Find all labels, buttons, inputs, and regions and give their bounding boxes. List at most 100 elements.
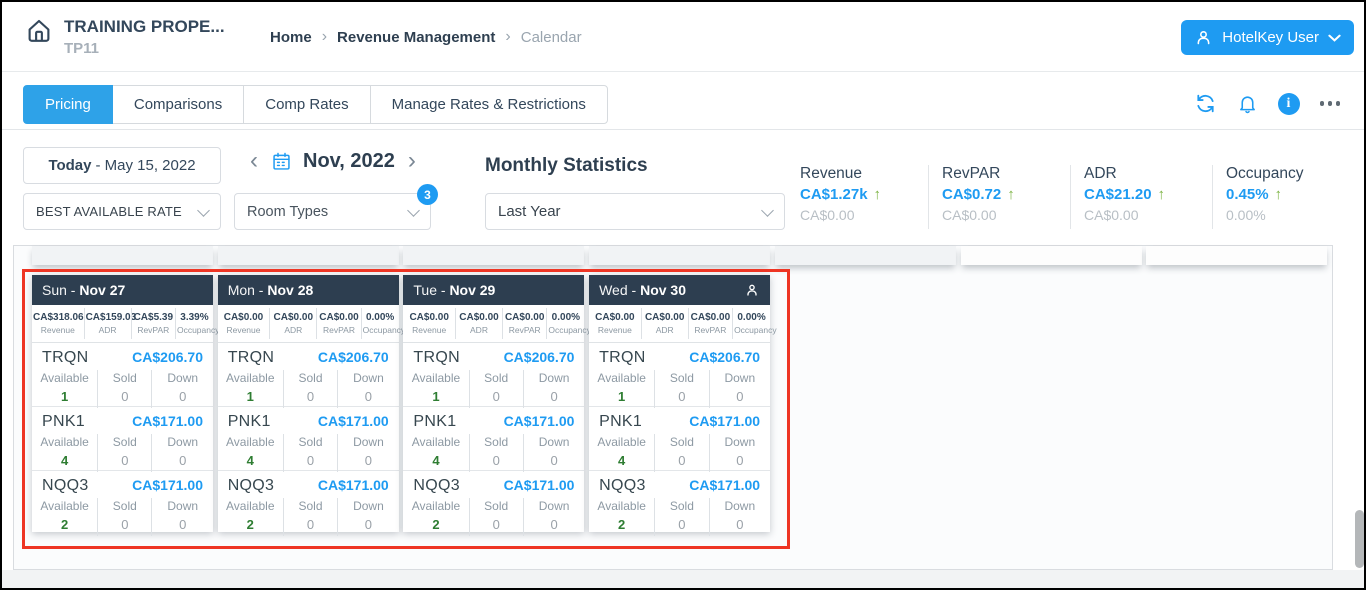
day-of-week: Wed - xyxy=(599,282,640,298)
room-sold-cell: Sold0 xyxy=(283,434,337,472)
trend-up-icon: ↑ xyxy=(1275,186,1283,203)
day-card-sun-nov-27[interactable]: Sun - Nov 27 CA$318.06RevenueCA$159.03AD… xyxy=(32,275,213,532)
day-card-mon-nov-28[interactable]: Mon - Nov 28 CA$0.00RevenueCA$0.00ADRCA$… xyxy=(218,275,399,532)
day-stat-revenue: CA$0.00Revenue xyxy=(589,308,641,339)
day-stat-revpar: CA$0.00RevPAR xyxy=(502,308,546,339)
tab-manage-rates-restrictions[interactable]: Manage Rates & Restrictions xyxy=(370,85,608,124)
room-row-pnk1[interactable]: PNK1CA$171.00Available4Sold0Down0 xyxy=(32,406,213,469)
today-date: - May 15, 2022 xyxy=(96,157,196,174)
comparison-period-value: Last Year xyxy=(498,203,561,220)
room-type-code: TRQN xyxy=(413,349,460,367)
room-sold-cell: Sold0 xyxy=(654,434,708,472)
calendar-grid-panel: Sun - Nov 27 CA$318.06RevenueCA$159.03AD… xyxy=(13,245,1333,570)
room-available-cell: Available1 xyxy=(218,370,283,408)
day-stat-revpar: CA$0.00RevPAR xyxy=(316,308,360,339)
day-stats-row: CA$0.00RevenueCA$0.00ADRCA$0.00RevPAR0.0… xyxy=(589,305,770,343)
day-card-header: Sun - Nov 27 xyxy=(32,275,213,305)
room-available-cell: Available4 xyxy=(403,434,468,472)
tab-pricing[interactable]: Pricing xyxy=(23,85,113,124)
room-row-pnk1[interactable]: PNK1CA$171.00Available4Sold0Down0 xyxy=(403,406,584,469)
room-row-nqq3[interactable]: NQQ3CA$171.00Available2Sold0Down0 xyxy=(589,470,770,533)
room-type-code: PNK1 xyxy=(599,413,642,431)
room-rate-value[interactable]: CA$171.00 xyxy=(689,413,760,429)
room-rate-value[interactable]: CA$171.00 xyxy=(132,413,203,429)
day-card-tue-nov-29[interactable]: Tue - Nov 29 CA$0.00RevenueCA$0.00ADRCA$… xyxy=(403,275,584,532)
room-type-code: PNK1 xyxy=(228,413,271,431)
room-row-nqq3[interactable]: NQQ3CA$171.00Available2Sold0Down0 xyxy=(403,470,584,533)
room-rows: TRQNCA$206.70Available1Sold0Down0PNK1CA$… xyxy=(589,343,770,533)
more-options-icon[interactable] xyxy=(1320,101,1341,106)
user-icon xyxy=(1194,28,1213,47)
toolbar-icons: i xyxy=(1194,92,1341,115)
room-sold-cell: Sold0 xyxy=(469,498,523,536)
room-available-cell: Available2 xyxy=(218,498,283,536)
calendar-icon[interactable] xyxy=(271,151,292,172)
room-types-select[interactable]: Room Types 3 xyxy=(234,193,431,230)
room-rate-value[interactable]: CA$171.00 xyxy=(318,413,389,429)
room-row-trqn[interactable]: TRQNCA$206.70Available1Sold0Down0 xyxy=(32,343,213,406)
user-menu-button[interactable]: HotelKey User xyxy=(1181,20,1354,55)
notifications-bell-icon[interactable] xyxy=(1237,93,1258,114)
room-sold-cell: Sold0 xyxy=(97,434,151,472)
room-down-cell: Down0 xyxy=(523,434,585,472)
info-icon[interactable]: i xyxy=(1278,93,1300,115)
top-bar: TRAINING PROPE... TP11 Home › Revenue Ma… xyxy=(2,2,1364,72)
tab-comp-rates[interactable]: Comp Rates xyxy=(243,85,370,124)
room-rate-value[interactable]: CA$171.00 xyxy=(318,477,389,493)
previous-month-icon[interactable]: ‹ xyxy=(248,149,260,173)
room-row-trqn[interactable]: TRQNCA$206.70Available1Sold0Down0 xyxy=(218,343,399,406)
room-down-cell: Down0 xyxy=(151,370,213,408)
day-card-header: Tue - Nov 29 xyxy=(403,275,584,305)
vertical-scrollbar-thumb[interactable] xyxy=(1355,510,1364,568)
room-rate-value[interactable]: CA$206.70 xyxy=(689,349,760,365)
today-button[interactable]: Today - May 15, 2022 xyxy=(23,147,221,184)
breadcrumb-revenue-management[interactable]: Revenue Management xyxy=(337,29,495,46)
room-available-cell: Available1 xyxy=(403,370,468,408)
room-down-cell: Down0 xyxy=(151,498,213,536)
previous-row-card-partial xyxy=(1146,246,1327,265)
room-down-cell: Down0 xyxy=(337,370,399,408)
page-bottom-band xyxy=(2,570,1364,590)
room-type-code: PNK1 xyxy=(42,413,85,431)
room-rate-value[interactable]: CA$171.00 xyxy=(504,477,575,493)
day-of-week: Sun - xyxy=(42,282,79,298)
room-row-pnk1[interactable]: PNK1CA$171.00Available4Sold0Down0 xyxy=(218,406,399,469)
room-rate-value[interactable]: CA$206.70 xyxy=(132,349,203,365)
room-sold-cell: Sold0 xyxy=(283,370,337,408)
room-row-nqq3[interactable]: NQQ3CA$171.00Available2Sold0Down0 xyxy=(32,470,213,533)
person-icon xyxy=(744,282,760,298)
room-rate-value[interactable]: CA$171.00 xyxy=(689,477,760,493)
room-down-cell: Down0 xyxy=(709,370,771,408)
monthly-stat-revpar: RevPAR CA$0.72↑ CA$0.00 xyxy=(928,165,1070,229)
room-down-cell: Down0 xyxy=(709,434,771,472)
day-date: Nov 27 xyxy=(79,282,125,298)
room-row-pnk1[interactable]: PNK1CA$171.00Available4Sold0Down0 xyxy=(589,406,770,469)
room-sold-cell: Sold0 xyxy=(469,370,523,408)
day-card-header: Mon - Nov 28 xyxy=(218,275,399,305)
room-rate-value[interactable]: CA$171.00 xyxy=(504,413,575,429)
previous-row-card-partial xyxy=(961,246,1142,265)
breadcrumb-home[interactable]: Home xyxy=(270,29,312,46)
tab-comparisons[interactable]: Comparisons xyxy=(112,85,244,124)
day-card-wed-nov-30[interactable]: Wed - Nov 30 CA$0.00RevenueCA$0.00ADRCA$… xyxy=(589,275,770,532)
monthly-stat-adr: ADR CA$21.20↑ CA$0.00 xyxy=(1070,165,1212,229)
room-rate-value[interactable]: CA$171.00 xyxy=(132,477,203,493)
day-card-header: Wed - Nov 30 xyxy=(589,275,770,305)
room-type-code: TRQN xyxy=(599,349,646,367)
day-of-week: Tue - xyxy=(413,282,449,298)
refresh-icon[interactable] xyxy=(1194,92,1217,115)
trend-up-icon: ↑ xyxy=(1158,186,1166,203)
day-date: Nov 28 xyxy=(267,282,313,298)
day-stat-occupancy: 0.00%Occupancy xyxy=(546,308,584,339)
rate-plan-select[interactable]: BEST AVAILABLE RATE xyxy=(23,193,221,230)
previous-row-card-partial xyxy=(218,246,399,265)
next-month-icon[interactable]: › xyxy=(406,149,418,173)
day-stat-adr: CA$0.00ADR xyxy=(641,308,688,339)
room-rate-value[interactable]: CA$206.70 xyxy=(504,349,575,365)
room-row-nqq3[interactable]: NQQ3CA$171.00Available2Sold0Down0 xyxy=(218,470,399,533)
breadcrumb-separator: › xyxy=(322,28,327,46)
room-row-trqn[interactable]: TRQNCA$206.70Available1Sold0Down0 xyxy=(403,343,584,406)
room-row-trqn[interactable]: TRQNCA$206.70Available1Sold0Down0 xyxy=(589,343,770,406)
room-rate-value[interactable]: CA$206.70 xyxy=(318,349,389,365)
comparison-period-select[interactable]: Last Year xyxy=(485,193,785,230)
